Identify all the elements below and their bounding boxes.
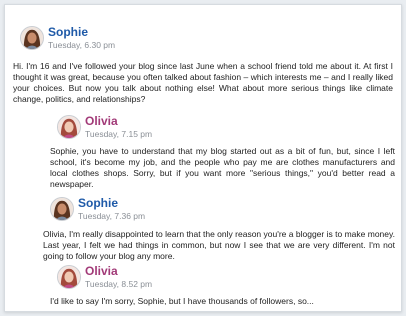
avatar-sophie-icon[interactable] [20,26,44,50]
comment-author[interactable]: Sophie [78,196,118,210]
avatar-olivia-icon[interactable] [57,265,81,289]
comment-text: Hi. I'm 16 and I've followed your blog s… [13,61,393,104]
comment-thread: Sophie Tuesday, 6.30 pm Hi. I'm 16 and I… [4,4,402,312]
comment-text: I'd like to say I'm sorry, Sophie, but I… [50,296,314,306]
comment-author[interactable]: Olivia [85,264,118,278]
comment-author[interactable]: Sophie [48,25,88,39]
comment-author[interactable]: Olivia [85,114,118,128]
comment-item: Sophie Tuesday, 7.36 pm Olivia, I'm real… [5,191,401,261]
avatar-olivia-icon[interactable] [57,115,81,139]
comment-item: Olivia Tuesday, 7.15 pm Sophie, you have… [5,109,401,189]
comment-item: Sophie Tuesday, 6.30 pm Hi. I'm 16 and I… [5,5,401,109]
comment-timestamp: Tuesday, 8.52 pm [85,279,153,289]
comment-text: Olivia, I'm really disappointed to learn… [43,229,395,261]
comment-timestamp: Tuesday, 6.30 pm [48,40,116,50]
comment-item: Olivia Tuesday, 8.52 pm I'd like to say … [5,263,401,311]
comment-timestamp: Tuesday, 7.36 pm [78,211,146,221]
comment-timestamp: Tuesday, 7.15 pm [85,129,153,139]
comment-text: Sophie, you have to understand that my b… [50,146,395,189]
avatar-sophie-icon[interactable] [50,197,74,221]
